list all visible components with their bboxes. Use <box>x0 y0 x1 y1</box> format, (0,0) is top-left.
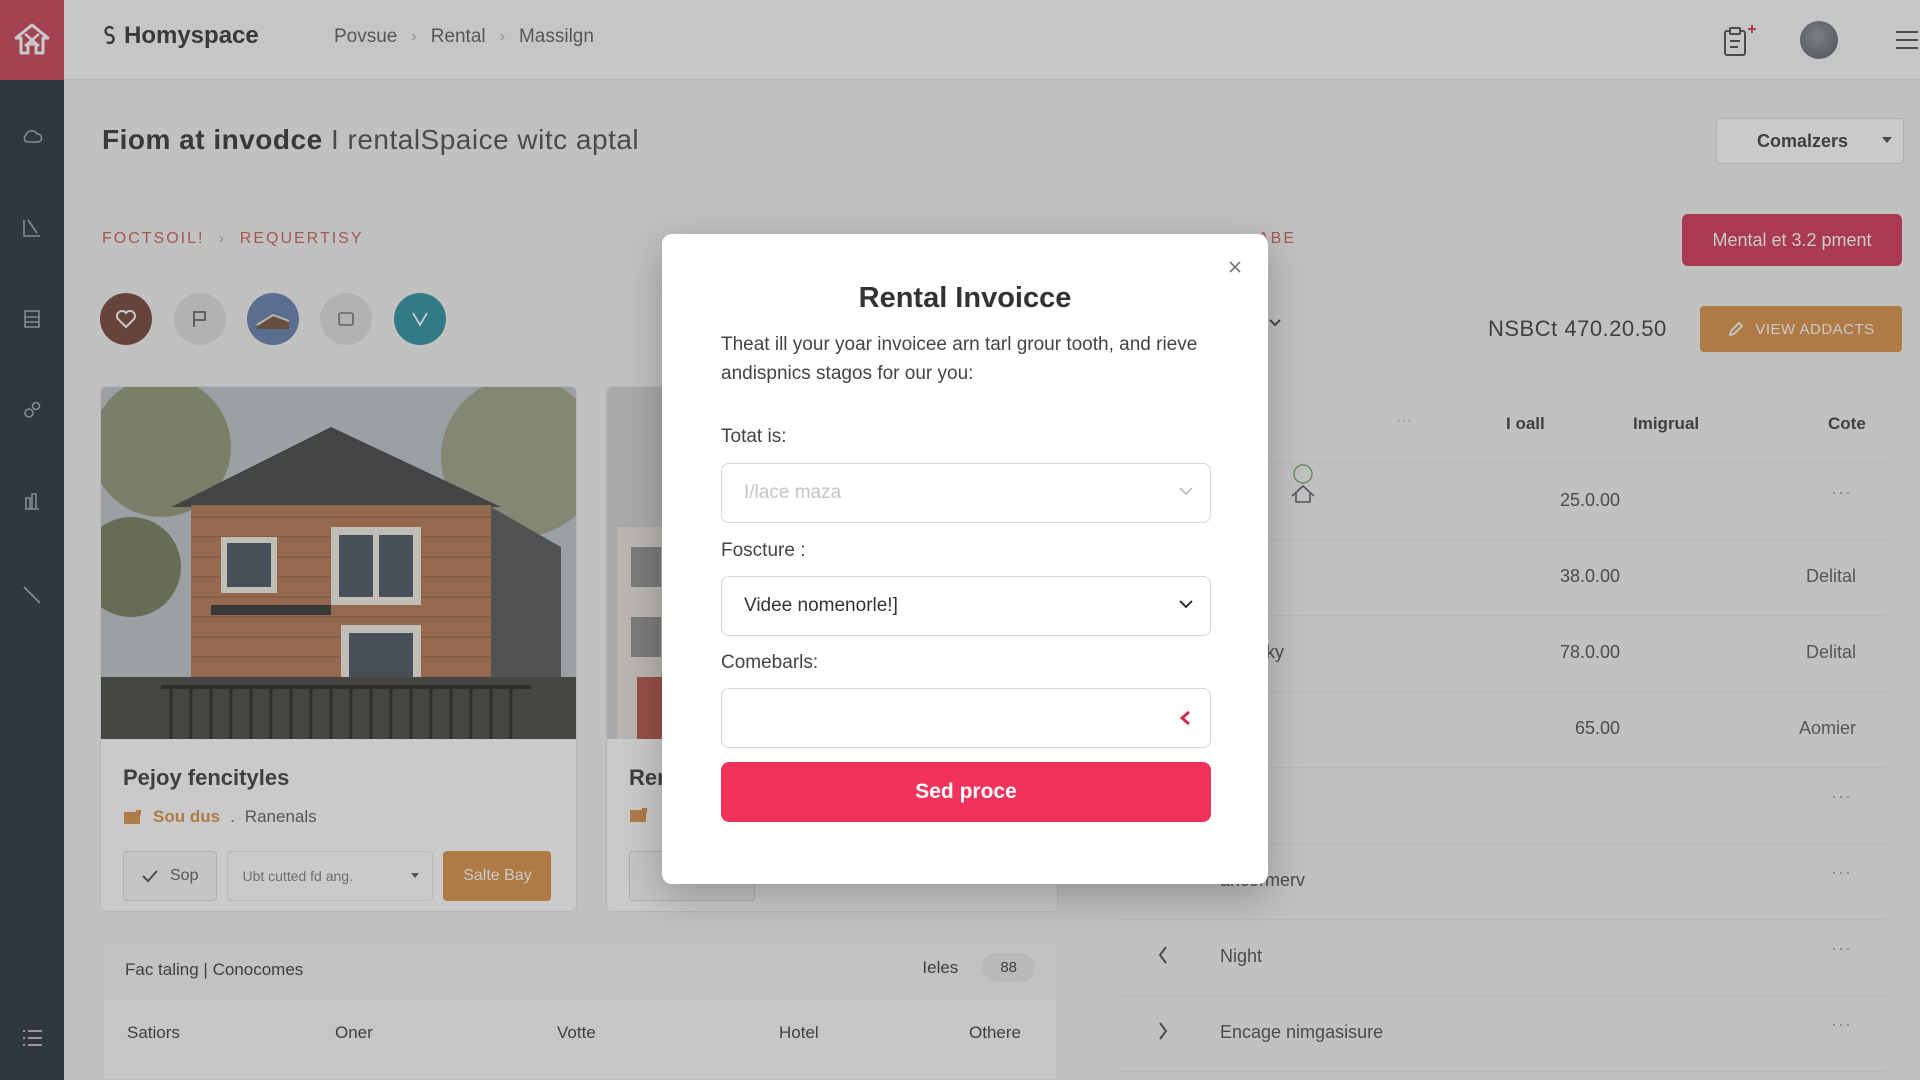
modal-title: Rental Invoicce <box>858 282 1072 314</box>
total-select-placeholder: I/lace maza <box>744 482 842 503</box>
comments-input[interactable] <box>721 688 1211 748</box>
chevron-down-icon <box>1179 600 1193 609</box>
field-label: Totat is: <box>721 426 787 447</box>
fixture-select[interactable]: Videe nomenorle!] <box>721 576 1211 636</box>
close-icon[interactable] <box>1224 256 1246 278</box>
field-label: Foscture : <box>721 540 806 561</box>
fixture-select-value: Videe nomenorle!] <box>744 595 898 616</box>
chevron-down-icon <box>1179 487 1193 496</box>
chevron-left-icon[interactable] <box>1178 709 1192 727</box>
submit-button[interactable]: Sed proce <box>721 762 1211 822</box>
rental-invoice-modal: Rental Invoicce Theat ill your yoar invo… <box>662 234 1268 884</box>
field-label: Comebarls: <box>721 652 819 673</box>
modal-description: Theat ill your yoar invoicee arn tarl gr… <box>721 334 1198 384</box>
total-select[interactable]: I/lace maza <box>721 463 1211 523</box>
